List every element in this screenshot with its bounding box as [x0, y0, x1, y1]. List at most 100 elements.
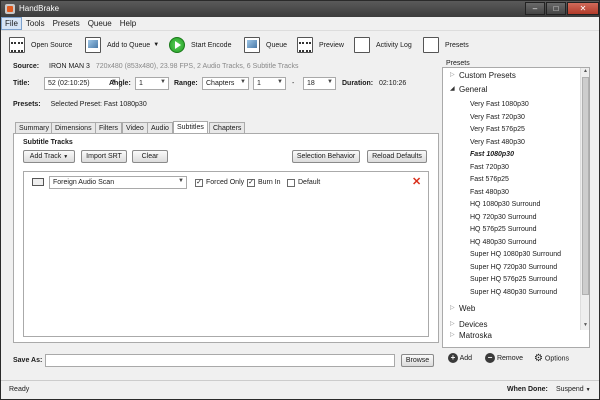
chevron-right-icon: ▷ — [450, 332, 455, 338]
preset-item[interactable]: Super HQ 1080p30 Surround — [470, 251, 561, 258]
scroll-up-icon[interactable]: ▲ — [581, 68, 589, 76]
range-label: Range: — [174, 80, 198, 87]
range-start-value: 1 — [257, 80, 261, 87]
preset-item[interactable]: HQ 576p25 Surround — [470, 226, 537, 233]
add-to-queue-button[interactable]: Add to Queue ▼ — [85, 36, 159, 54]
angle-select-value: 1 — [139, 80, 143, 87]
app-icon — [5, 4, 15, 14]
add-track-button[interactable]: Add Track ▼ — [23, 150, 75, 163]
preset-item[interactable]: HQ 720p30 Surround — [470, 214, 537, 221]
preset-group-web[interactable]: ▷ Web — [450, 304, 475, 313]
queue-button[interactable]: Queue — [244, 36, 287, 54]
menu-queue[interactable]: Queue — [84, 17, 116, 30]
range-start-select[interactable]: 1 ▼ — [253, 77, 286, 90]
toolbar: Open Source Add to Queue ▼ Start Encode … — [1, 32, 599, 58]
chevron-down-icon[interactable]: ▼ — [153, 42, 159, 48]
subtitle-source-select[interactable]: Foreign Audio Scan ▼ — [49, 176, 187, 189]
title-select-value: 52 (02:10:25) — [48, 80, 90, 87]
reload-defaults-button[interactable]: Reload Defaults — [367, 150, 427, 163]
preset-group-label: Devices — [459, 320, 488, 329]
chevron-down-icon: ▼ — [160, 79, 166, 85]
open-source-label: Open Source — [31, 41, 73, 49]
presets-tree[interactable]: ▷ Custom Presets ◢ General Very Fast 1080p… — [442, 67, 590, 331]
close-button[interactable]: ✕ — [567, 2, 599, 15]
import-srt-button[interactable]: Import SRT — [81, 150, 127, 163]
default-label: Default — [298, 179, 321, 186]
default-checkbox[interactable] — [287, 179, 295, 187]
preset-item[interactable]: Super HQ 720p30 Surround — [470, 264, 557, 271]
subtitle-source-value: Foreign Audio Scan — [53, 179, 115, 186]
preset-item[interactable]: HQ 1080p30 Surround — [470, 201, 540, 208]
range-separator: - — [292, 80, 295, 87]
chevron-down-icon: ▼ — [585, 387, 591, 393]
preset-actions: + Add − Remove ⚙ Options — [446, 352, 590, 366]
preset-group-general[interactable]: ◢ General — [450, 85, 488, 94]
preset-item[interactable]: Fast 480p30 — [470, 189, 509, 196]
preview-label: Preview — [319, 41, 344, 49]
preset-item[interactable]: Very Fast 720p30 — [470, 114, 525, 121]
angle-select[interactable]: 1 ▼ — [135, 77, 169, 90]
preset-item-selected[interactable]: Fast 1080p30 — [470, 151, 514, 158]
remove-track-icon[interactable]: ✕ — [412, 175, 421, 188]
presets-row-label: Presets: — [13, 101, 41, 108]
preview-button[interactable]: Preview — [297, 36, 344, 54]
start-encode-button[interactable]: Start Encode — [169, 36, 231, 54]
preset-item[interactable]: Fast 720p30 — [470, 164, 509, 171]
range-mode-select[interactable]: Chapters ▼ — [202, 77, 249, 90]
range-end-select[interactable]: 18 ▼ — [303, 77, 336, 90]
selection-behavior-button[interactable]: Selection Behavior — [292, 150, 360, 163]
menu-file[interactable]: File — [1, 17, 22, 30]
preset-item[interactable]: HQ 480p30 Surround — [470, 239, 537, 246]
menu-help[interactable]: Help — [116, 17, 140, 30]
open-source-button[interactable]: Open Source — [9, 36, 72, 54]
activity-log-button[interactable]: Activity Log — [354, 36, 412, 54]
presets-scrollbar[interactable]: ▲ ▼ — [580, 68, 589, 330]
selected-preset: Selected Preset: Fast 1080p30 — [50, 101, 147, 108]
subtitle-track-row: Foreign Audio Scan ▼ ✓ Forced Only ✓ Burn… — [24, 172, 428, 192]
presets-button[interactable]: Presets — [423, 36, 469, 54]
preset-item[interactable]: Super HQ 480p30 Surround — [470, 289, 557, 296]
save-as-input[interactable] — [45, 354, 395, 367]
source-name: IRON MAN 3 — [49, 63, 90, 70]
menu-tools[interactable]: Tools — [22, 17, 49, 30]
scrollbar-thumb[interactable] — [582, 77, 589, 295]
remove-preset-button[interactable]: − Remove — [485, 353, 523, 363]
forced-only-checkbox[interactable]: ✓ — [195, 179, 203, 187]
preset-group-devices[interactable]: ▷ Devices — [450, 320, 488, 329]
preset-item[interactable]: Very Fast 576p25 — [470, 126, 525, 133]
preset-options-button[interactable]: ⚙ Options — [534, 353, 569, 364]
scroll-down-icon[interactable]: ▼ — [581, 322, 589, 330]
minimize-button[interactable]: – — [525, 2, 545, 15]
when-done-select[interactable]: Suspend ▼ — [556, 386, 591, 393]
menu-presets[interactable]: Presets — [49, 17, 84, 30]
chevron-right-icon: ▷ — [450, 321, 455, 327]
chevron-down-icon: ▼ — [178, 178, 184, 184]
preset-item[interactable]: Fast 576p25 — [470, 176, 509, 183]
add-preset-label: Add — [459, 354, 473, 362]
preset-group-matroska[interactable]: ▷ Matroska — [450, 331, 492, 340]
preset-group-label: General — [459, 85, 488, 94]
clear-button[interactable]: Clear — [132, 150, 168, 163]
add-to-queue-label: Add to Queue — [107, 41, 151, 49]
subtitle-tracks-heading: Subtitle Tracks — [23, 139, 73, 146]
browse-button[interactable]: Browse — [401, 354, 434, 367]
angle-label: Angle: — [109, 80, 131, 87]
subtitles-panel: Subtitle Tracks Add Track ▼ Import SRT C… — [13, 133, 439, 343]
duration-value: 02:10:26 — [379, 80, 407, 87]
start-encode-label: Start Encode — [191, 41, 232, 49]
chevron-down-icon: ▼ — [277, 79, 283, 85]
preset-group-custom[interactable]: ▷ Custom Presets — [450, 71, 516, 80]
burn-in-checkbox[interactable]: ✓ — [247, 179, 255, 187]
preset-item[interactable]: Very Fast 480p30 — [470, 139, 525, 146]
burn-in-label: Burn In — [258, 179, 281, 186]
add-preset-button[interactable]: + Add — [448, 353, 472, 363]
preset-group-label: Custom Presets — [459, 71, 516, 80]
range-end-value: 18 — [307, 80, 315, 87]
activity-log-label: Activity Log — [376, 41, 412, 49]
preset-item[interactable]: Super HQ 576p25 Surround — [470, 276, 557, 283]
subtitle-icon — [32, 178, 44, 186]
preset-item[interactable]: Very Fast 1080p30 — [470, 101, 529, 108]
source-info: 720x480 (853x480), 23.98 FPS, 2 Audio Tr… — [95, 63, 299, 70]
maximize-button[interactable]: □ — [546, 2, 566, 15]
preset-options-label: Options — [544, 355, 570, 363]
